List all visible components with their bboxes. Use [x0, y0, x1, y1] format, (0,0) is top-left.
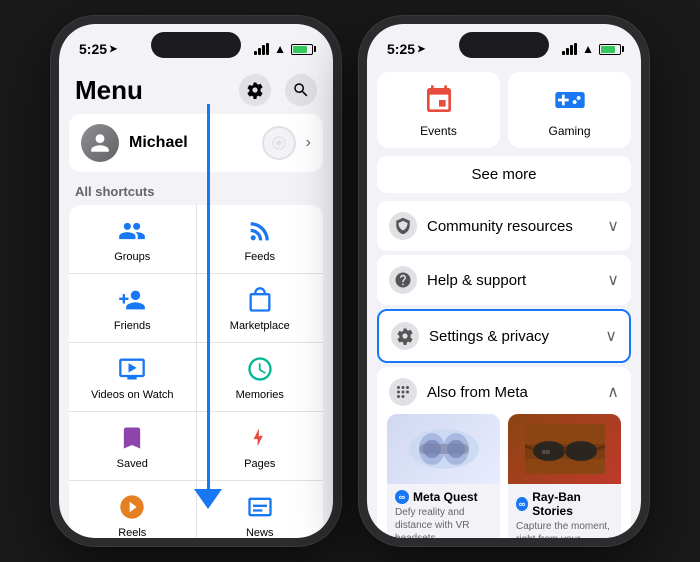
pages-label: Pages: [244, 458, 275, 470]
news-label: News: [246, 527, 274, 538]
ray-ban-info: ∞ Ray-Ban Stories Capture the moment, ri…: [508, 484, 621, 538]
videos-icon: [116, 353, 148, 385]
left-screen: 5:25 ➤ ▲ Menu: [59, 24, 333, 538]
memories-icon: [244, 353, 276, 385]
top-apps-row: Events Gaming: [377, 72, 631, 148]
accordion-community[interactable]: Community resources ∨: [377, 201, 631, 251]
shortcut-memories[interactable]: Memories: [197, 343, 324, 411]
story-ring[interactable]: [262, 126, 296, 160]
also-from-label: Also from Meta: [427, 384, 597, 401]
menu-header: Menu: [59, 68, 333, 114]
memories-label: Memories: [236, 389, 284, 401]
videos-label: Videos on Watch: [91, 389, 174, 401]
status-icons-left: ▲: [254, 42, 313, 56]
wifi-icon-left: ▲: [274, 42, 286, 56]
meta-quest-name: ∞ Meta Quest: [395, 490, 492, 504]
signal-left: [254, 43, 269, 55]
shortcut-saved[interactable]: Saved: [69, 412, 196, 480]
meta-quest-card[interactable]: ∞ Meta Quest Defy reality and distance w…: [387, 414, 500, 538]
community-icon: [389, 212, 417, 240]
meta-products-grid: ∞ Meta Quest Defy reality and distance w…: [377, 414, 631, 538]
ray-ban-card[interactable]: RB ∞ Ray-Ban Stories Capture the moment,…: [508, 414, 621, 538]
shortcut-friends[interactable]: Friends: [69, 274, 196, 342]
events-tile-label: Events: [420, 124, 457, 138]
events-tile-icon: [421, 82, 457, 118]
groups-icon: [116, 215, 148, 247]
dynamic-island-left: [151, 32, 241, 58]
time-right: 5:25 ➤: [387, 41, 425, 57]
marketplace-icon: [244, 284, 276, 316]
see-more-button[interactable]: See more: [377, 156, 631, 193]
signal-right: [562, 43, 577, 55]
feeds-label: Feeds: [244, 251, 275, 263]
also-from-icon: [389, 378, 417, 406]
menu-title: Menu: [75, 75, 143, 106]
wifi-icon-right: ▲: [582, 42, 594, 56]
news-icon: [244, 491, 276, 523]
svg-text:RB: RB: [542, 450, 550, 456]
ray-ban-image: RB: [508, 414, 621, 484]
shortcut-videos[interactable]: Videos on Watch: [69, 343, 196, 411]
help-label: Help & support: [427, 272, 597, 289]
search-button[interactable]: [285, 74, 317, 106]
shortcut-groups[interactable]: Groups: [69, 205, 196, 273]
meta-quest-image: [387, 414, 500, 484]
shortcut-pages[interactable]: Pages: [197, 412, 324, 480]
dynamic-island-right: [459, 32, 549, 58]
shortcuts-label: All shortcuts: [59, 182, 333, 205]
ray-ban-name: ∞ Ray-Ban Stories: [516, 490, 613, 518]
right-screen: 5:25 ➤ ▲: [367, 24, 641, 538]
friends-icon: [116, 284, 148, 316]
accordion-help[interactable]: Help & support ∨: [377, 255, 631, 305]
feeds-icon: [244, 215, 276, 247]
user-name: Michael: [129, 134, 252, 152]
meta-quest-desc: Defy reality and distance with VR headse…: [395, 506, 492, 538]
location-arrow-left: ➤: [109, 44, 117, 55]
reels-label: Reels: [118, 527, 146, 538]
shortcut-marketplace[interactable]: Marketplace: [197, 274, 324, 342]
shortcut-feeds[interactable]: Feeds: [197, 205, 324, 273]
left-phone: 5:25 ➤ ▲ Menu: [51, 16, 341, 546]
time-left: 5:25 ➤: [79, 41, 117, 57]
community-chevron: ∨: [607, 216, 619, 236]
app-tile-events[interactable]: Events: [377, 72, 500, 148]
ray-ban-desc: Capture the moment, right from your glas…: [516, 520, 613, 538]
right-phone: 5:25 ➤ ▲: [359, 16, 649, 546]
settings-icon: [391, 322, 419, 350]
also-from-header[interactable]: Also from Meta ∧: [377, 367, 631, 414]
location-arrow-right: ➤: [417, 44, 425, 55]
marketplace-label: Marketplace: [230, 320, 290, 332]
also-from-chevron: ∧: [607, 382, 619, 402]
groups-label: Groups: [114, 251, 150, 263]
gear-button[interactable]: [239, 74, 271, 106]
gaming-tile-icon: [552, 82, 588, 118]
reels-icon: [116, 491, 148, 523]
user-row[interactable]: Michael ›: [69, 114, 323, 172]
annotation-line: [207, 104, 210, 494]
shortcut-reels[interactable]: Reels: [69, 481, 196, 538]
battery-right: [599, 44, 621, 55]
help-chevron: ∨: [607, 270, 619, 290]
gaming-tile-label: Gaming: [548, 124, 590, 138]
saved-icon: [116, 422, 148, 454]
help-icon: [389, 266, 417, 294]
app-tile-gaming[interactable]: Gaming: [508, 72, 631, 148]
menu-header-icons: [239, 74, 317, 106]
pages-icon: [244, 422, 276, 454]
avatar: [81, 124, 119, 162]
friends-label: Friends: [114, 320, 151, 332]
settings-label: Settings & privacy: [429, 328, 595, 345]
annotation-arrow: [194, 489, 222, 509]
meta-quest-info: ∞ Meta Quest Defy reality and distance w…: [387, 484, 500, 538]
user-chevron[interactable]: ›: [306, 134, 311, 152]
status-icons-right: ▲: [562, 42, 621, 56]
community-label: Community resources: [427, 218, 597, 235]
saved-label: Saved: [117, 458, 148, 470]
accordion-settings[interactable]: Settings & privacy ∨: [377, 309, 631, 363]
battery-left: [291, 44, 313, 55]
settings-chevron: ∨: [605, 326, 617, 346]
also-from-section: Also from Meta ∧: [377, 367, 631, 538]
